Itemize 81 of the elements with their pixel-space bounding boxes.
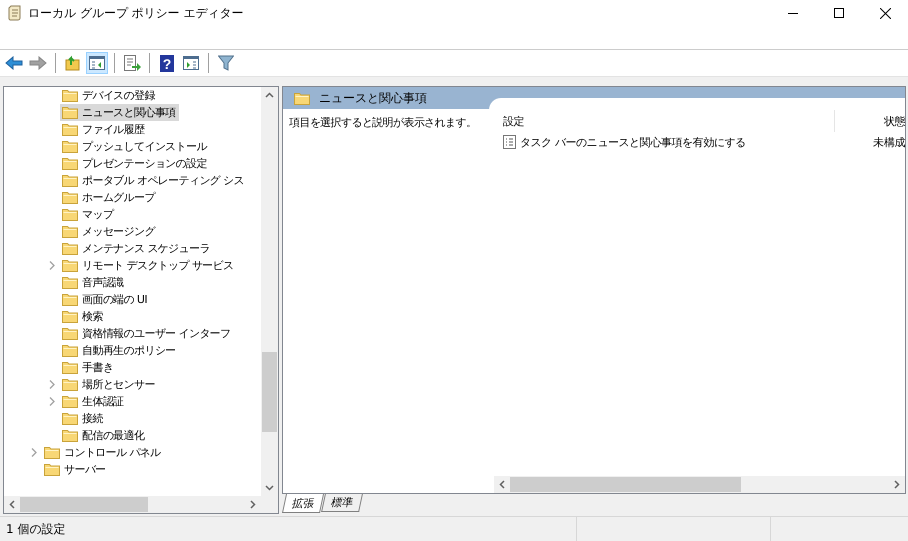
setting-icon [503,135,516,149]
window-title: ローカル グループ ポリシー エディター [28,5,244,22]
filter-icon [218,55,234,71]
tree-item[interactable]: 手書き [60,359,116,376]
folder-icon [62,140,78,153]
close-icon [880,8,890,18]
help-button[interactable]: ? [156,52,178,74]
export-button[interactable] [121,52,143,74]
folder-icon [62,327,78,340]
scrollbar-thumb[interactable] [510,477,742,492]
folder-icon [62,310,78,323]
folder-icon [62,395,78,408]
tree-item[interactable]: プッシュしてインストール [60,138,210,155]
chevron-icon[interactable] [49,380,55,389]
tree-item[interactable]: プレゼンテーションの設定 [60,155,210,172]
table-cell[interactable]: タスク バーのニュースと関心事項を有効にする [520,134,746,150]
tree-item[interactable]: 配信の最適化 [60,427,148,444]
right-arrow-icon [29,56,47,70]
folder-icon [62,259,78,272]
section-title: ニュースと関心事項 [319,90,427,106]
tab[interactable]: 標準 [321,494,363,512]
left-arrow-icon [5,56,23,70]
folder-icon [62,157,78,170]
tree-item[interactable]: 生体認証 [60,393,127,410]
folder-icon [62,242,78,255]
tree-item[interactable]: コントロール パネル [42,444,164,461]
folder-icon [62,429,78,442]
tree-button[interactable] [86,52,108,74]
maximize-icon [834,8,844,18]
tree-item[interactable]: 場所とセンサー [60,376,158,393]
folder-icon [62,293,78,306]
folder-icon [44,463,60,476]
vertical-scrollbar[interactable] [261,87,278,496]
tree-item[interactable]: 画面の端の UI [60,291,150,308]
folder-up-icon [65,55,81,71]
tree-item[interactable]: 接続 [60,410,106,427]
folder-icon [62,344,78,357]
chevron-icon[interactable] [49,397,55,406]
table-cell-text: 未構成 [872,134,905,150]
folder-icon [62,276,78,289]
description-text: 項目を選択すると説明が表示されます。 [289,116,476,129]
folder-icon [62,378,78,391]
folder-icon [62,174,78,187]
tree-item[interactable]: ニュースと関心事項 [60,104,179,121]
tree-item[interactable]: リモート デスクトップ サービス [60,257,236,274]
column-header[interactable]: 状態 [835,114,905,128]
folder-icon [62,123,78,136]
help-icon: ? [160,54,174,72]
tree-item[interactable]: ファイル履歴 [60,121,148,138]
folder-icon [62,412,78,425]
tree-item[interactable]: 音声認識 [60,274,127,291]
tree-item[interactable]: メンテナンス スケジューラ [60,240,213,257]
folder-icon [62,89,78,102]
tree-item[interactable]: メッセージング [60,223,158,240]
scroll-icon [8,5,22,21]
tree-item[interactable]: 資格情報のユーザー インターフ [60,325,234,342]
scrollbar-thumb[interactable] [20,497,148,512]
chevron-icon[interactable] [31,448,37,457]
folder-icon [44,446,60,459]
folder-icon [62,106,78,119]
folder-icon [62,361,78,374]
scrollbar-thumb[interactable] [262,352,277,432]
tree-item[interactable]: ホームグループ [60,189,158,206]
chevron-icon[interactable] [49,261,55,270]
panel-icon [89,56,105,70]
folder-icon [62,208,78,221]
tree-item[interactable]: 検索 [60,308,106,325]
tree-item[interactable]: デバイスの登録 [60,87,158,104]
horizontal-scrollbar[interactable] [494,476,905,493]
tree-item[interactable]: サーバー [42,461,109,478]
list-export-icon [123,55,141,71]
tree-item[interactable]: ポータブル オペレーティング シス [60,172,247,189]
tree-item[interactable]: マップ [60,206,116,223]
folder-icon [62,225,78,238]
folder-icon [294,92,310,104]
column-header[interactable]: 設定 [489,110,835,132]
status-text: 1 個の設定 [0,517,577,541]
tab[interactable]: 拡張 [282,494,324,513]
panel-icon [183,56,199,70]
tree-item[interactable]: 自動再生のポリシー [60,342,179,359]
folder-icon [62,191,78,204]
